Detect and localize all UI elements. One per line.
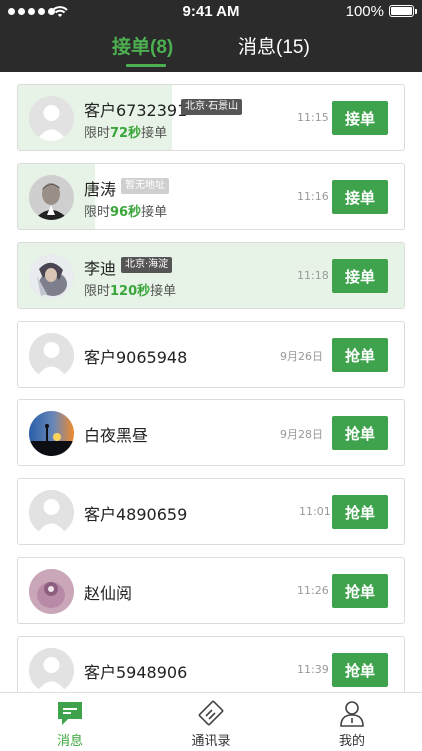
- customer-name: 赵仙阅: [84, 584, 133, 603]
- order-time: 11:18: [297, 269, 329, 282]
- accept-order-button[interactable]: 接单: [332, 180, 388, 214]
- grab-order-button[interactable]: 抢单: [332, 338, 388, 372]
- order-card[interactable]: 客户9065948 9月26日 抢单: [17, 321, 405, 388]
- grab-order-button[interactable]: 抢单: [332, 653, 388, 687]
- accept-order-button[interactable]: 接单: [332, 259, 388, 293]
- order-card[interactable]: 唐涛 暂无地址 限时96秒接单 11:16 接单: [17, 163, 405, 230]
- grab-order-button[interactable]: 抢单: [332, 416, 388, 450]
- countdown-text: 限时96秒接单: [84, 201, 167, 220]
- location-tag: 暂无地址: [121, 178, 169, 194]
- order-card[interactable]: 客户5948906 11:39 抢单: [17, 636, 405, 692]
- countdown-seconds: 96秒: [110, 205, 142, 220]
- customer-name: 客户9065948: [84, 348, 188, 367]
- customer-name: 白夜黑昼: [84, 426, 149, 445]
- order-card[interactable]: 赵仙阅 11:26 抢单: [17, 557, 405, 624]
- order-time: 9月28日: [280, 428, 323, 441]
- order-card[interactable]: 李迪 北京·海淀 限时120秒接单 11:18 接单: [17, 242, 405, 309]
- order-time: 11:15: [297, 111, 329, 124]
- battery-tip: [415, 9, 417, 14]
- avatar: [29, 411, 74, 456]
- avatar: [29, 254, 74, 299]
- status-bar: 9:41 AM 100%: [0, 0, 422, 24]
- countdown-text: 限时120秒接单: [84, 280, 176, 299]
- location-tag: 北京·石景山: [181, 99, 243, 115]
- nav-label: 通讯录: [191, 734, 231, 749]
- customer-name: 客户6732391: [84, 101, 188, 120]
- order-time: 9月26日: [280, 350, 323, 363]
- countdown-text: 限时72秒接单: [84, 122, 167, 141]
- countdown-prefix: 限时: [84, 205, 111, 220]
- grab-order-button[interactable]: 抢单: [332, 574, 388, 608]
- countdown-seconds: 72秒: [110, 126, 142, 141]
- battery-icon: [389, 5, 414, 17]
- header: 9:41 AM 100% 接单(8) 消息(15): [0, 0, 422, 72]
- customer-name: 客户4890659: [84, 505, 188, 524]
- order-card[interactable]: 白夜黑昼 9月28日 抢单: [17, 399, 405, 466]
- profile-icon: [340, 701, 364, 727]
- top-tabs: 接单(8) 消息(15): [0, 28, 422, 72]
- location-tag: 北京·海淀: [121, 257, 173, 273]
- avatar: [29, 490, 74, 535]
- customer-name: 客户5948906: [84, 663, 188, 682]
- tab-messages[interactable]: 消息(15): [238, 32, 310, 59]
- avatar: [29, 175, 74, 220]
- avatar: [29, 96, 74, 141]
- avatar: [29, 569, 74, 614]
- nav-messages[interactable]: 消息: [0, 693, 140, 751]
- grab-order-button[interactable]: 抢单: [332, 495, 388, 529]
- nav-contacts[interactable]: 通讯录: [141, 693, 281, 751]
- countdown-prefix: 限时: [84, 284, 111, 299]
- battery-percent: 100%: [345, 3, 384, 20]
- countdown-prefix: 限时: [84, 126, 111, 141]
- order-card[interactable]: 客户4890659 11:01 抢单: [17, 478, 405, 545]
- contacts-icon: [198, 700, 224, 726]
- order-time: 11:01: [299, 505, 331, 518]
- nav-profile[interactable]: 我的: [282, 693, 422, 751]
- order-time: 11:26: [297, 584, 329, 597]
- customer-name: 唐涛: [84, 180, 117, 199]
- avatar: [29, 333, 74, 378]
- nav-label: 消息: [56, 734, 83, 749]
- countdown-suffix: 接单: [141, 126, 168, 141]
- countdown-suffix: 接单: [150, 284, 177, 299]
- order-time: 11:39: [297, 663, 329, 676]
- bottom-navigation: 消息 通讯录 我的: [0, 692, 422, 750]
- nav-label: 我的: [338, 734, 365, 749]
- message-icon: [58, 702, 82, 725]
- tab-orders[interactable]: 接单(8): [112, 32, 173, 59]
- order-time: 11:16: [297, 190, 329, 203]
- order-list[interactable]: 客户6732391 北京·石景山 限时72秒接单 11:15 接单 唐涛 暂无地…: [0, 72, 422, 692]
- avatar: [29, 648, 74, 692]
- customer-name: 李迪: [84, 259, 117, 278]
- accept-order-button[interactable]: 接单: [332, 101, 388, 135]
- active-tab-indicator: [126, 64, 166, 67]
- countdown-suffix: 接单: [141, 205, 168, 220]
- countdown-seconds: 120秒: [110, 284, 151, 299]
- order-card[interactable]: 客户6732391 北京·石景山 限时72秒接单 11:15 接单: [17, 84, 405, 151]
